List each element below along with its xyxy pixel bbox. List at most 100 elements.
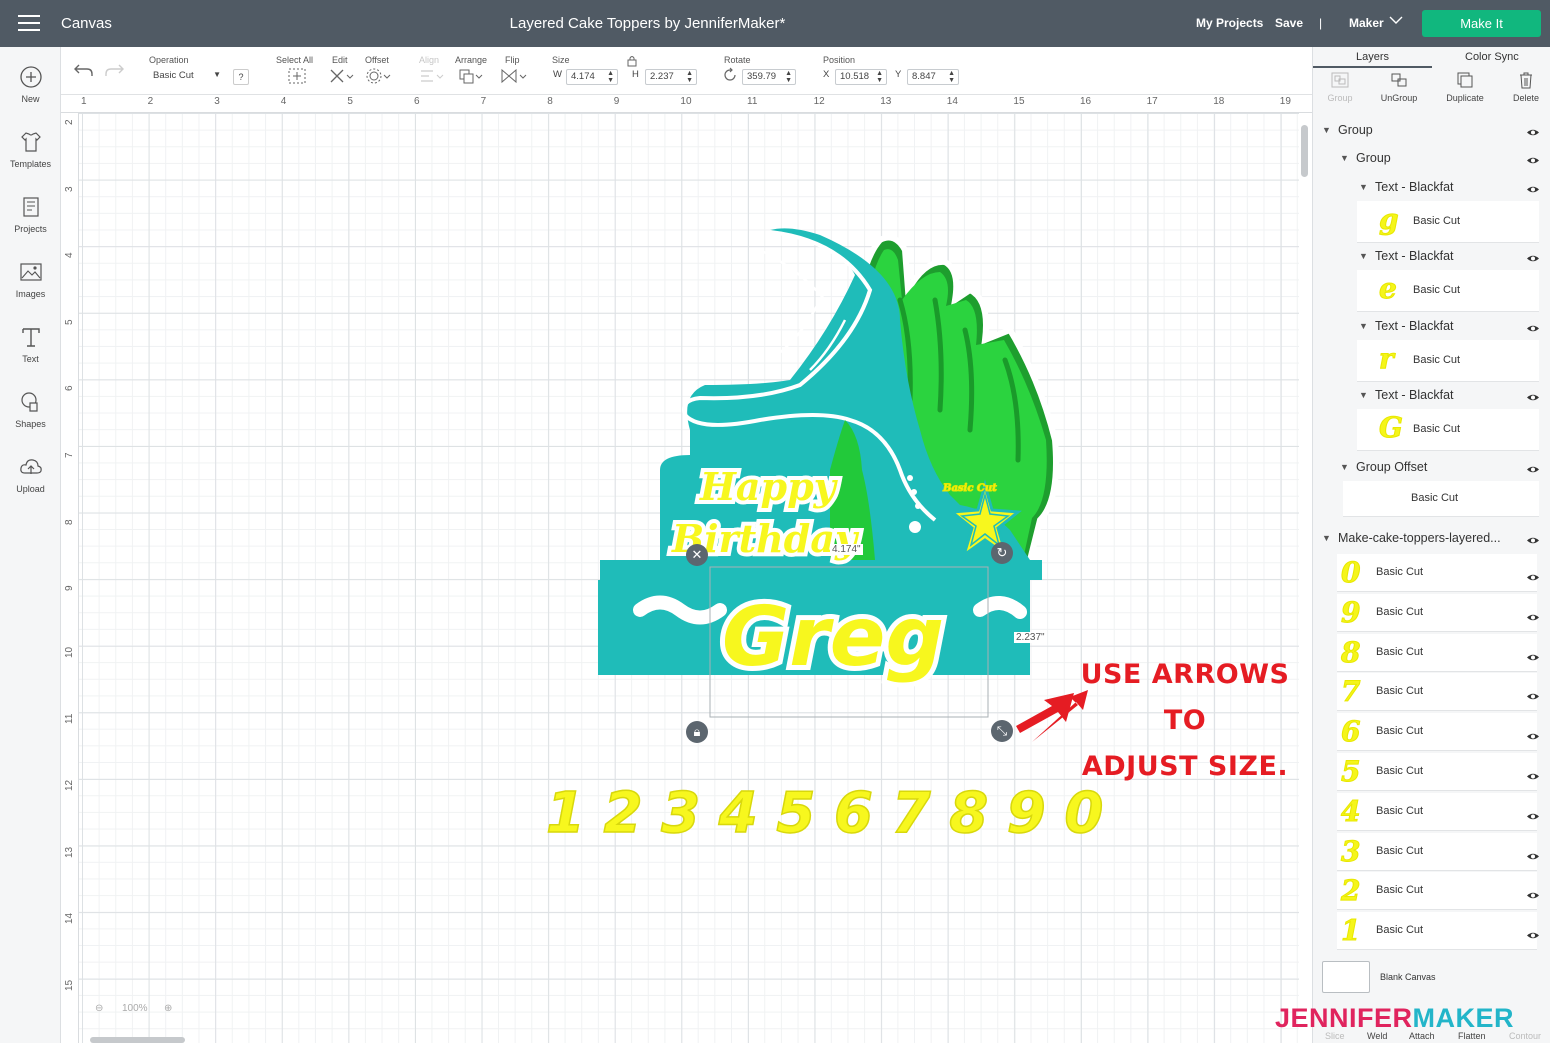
eye-icon[interactable] — [1526, 887, 1540, 899]
numeral-7[interactable]: 7 — [891, 780, 931, 847]
blank-canvas-swatch[interactable] — [1322, 961, 1370, 993]
layer-item[interactable]: 0 Basic Cut — [1337, 554, 1540, 592]
caret-down-icon[interactable]: ▼ — [1359, 251, 1368, 261]
layer-file-group[interactable]: ▼ Make-cake-toppers-layered... — [1313, 531, 1550, 553]
layer-item[interactable]: 6 Basic Cut — [1337, 713, 1540, 752]
caret-down-icon[interactable]: ▼ — [1340, 153, 1349, 163]
select-all-icon[interactable] — [287, 67, 307, 85]
ungroup-button[interactable]: UnGroup — [1369, 71, 1429, 103]
caret-down-icon[interactable]: ▼ — [1359, 390, 1368, 400]
layer-item[interactable]: r Basic Cut — [1357, 340, 1539, 382]
horizontal-scrollbar[interactable] — [90, 1037, 185, 1043]
save-button[interactable]: Save — [1275, 16, 1303, 30]
machine-select[interactable]: Maker — [1349, 16, 1384, 30]
stepper-icon[interactable]: ▲ ▼ — [876, 70, 883, 84]
layer-item[interactable]: 5 Basic Cut — [1337, 753, 1540, 791]
rotate-handle[interactable]: ↻ — [991, 542, 1013, 564]
zoom-out-button[interactable]: ⊖ — [95, 1003, 103, 1014]
duplicate-button[interactable]: Duplicate — [1435, 71, 1495, 103]
rail-images[interactable]: Images — [0, 259, 61, 299]
layer-item[interactable]: Basic Cut Basic Cut — [943, 481, 1539, 517]
caret-down-icon[interactable]: ▼ — [1359, 182, 1368, 192]
layer-item[interactable]: 2 Basic Cut — [1337, 872, 1540, 911]
flip-icon[interactable] — [499, 67, 527, 85]
numeral-6[interactable]: 6 — [833, 780, 873, 847]
help-button[interactable]: ? — [233, 69, 249, 85]
eye-icon[interactable] — [1526, 154, 1540, 164]
layer-group-offset[interactable]: ▼ Group Offset — [1313, 460, 1550, 482]
layer-item[interactable]: e Basic Cut — [1357, 270, 1539, 312]
eye-icon[interactable] — [1526, 688, 1540, 700]
caret-down-icon[interactable]: ▼ — [1359, 321, 1368, 331]
redo-icon[interactable] — [103, 62, 125, 78]
numeral-1[interactable]: 1 — [545, 780, 585, 847]
eye-icon[interactable] — [1526, 848, 1540, 859]
numeral-3[interactable]: 3 — [660, 780, 700, 847]
rail-templates[interactable]: Templates — [0, 129, 61, 169]
y-input[interactable]: 8.847 ▲ ▼ — [907, 69, 959, 85]
numeral-2[interactable]: 2 — [603, 780, 643, 847]
edit-icon[interactable] — [328, 67, 354, 85]
eye-icon[interactable] — [1526, 534, 1540, 544]
height-input[interactable]: 2.237 ▲ ▼ — [645, 69, 697, 85]
layer-text-group[interactable]: ▼ Text - Blackfat — [1313, 388, 1550, 410]
stepper-icon[interactable]: ▲ ▼ — [607, 70, 614, 84]
eye-icon[interactable] — [1526, 183, 1540, 193]
layer-item[interactable]: 3 Basic Cut — [1337, 832, 1540, 871]
layer-item[interactable]: g Basic Cut — [1357, 201, 1539, 243]
eye-icon[interactable] — [1526, 649, 1540, 660]
numeral-8[interactable]: 8 — [948, 780, 988, 847]
vertical-scrollbar[interactable] — [1301, 125, 1308, 177]
my-projects-link[interactable]: My Projects — [1196, 16, 1263, 30]
delete-handle[interactable]: ✕ — [686, 544, 708, 566]
layer-item[interactable]: 8 Basic Cut — [1337, 633, 1540, 672]
stepper-icon[interactable]: ▲ ▼ — [686, 70, 693, 84]
stepper-icon[interactable]: ▲ ▼ — [785, 70, 792, 84]
layer-item[interactable]: 4 Basic Cut — [1337, 792, 1540, 831]
eye-icon[interactable] — [1526, 609, 1540, 621]
x-input[interactable]: 10.518 ▲ ▼ — [835, 69, 887, 85]
numeral-9[interactable]: 9 — [1006, 780, 1046, 847]
layer-item[interactable]: G Basic Cut — [1357, 409, 1539, 451]
zoom-in-button[interactable]: ⊕ — [164, 1003, 172, 1014]
rail-upload[interactable]: Upload — [0, 454, 61, 494]
layer-item[interactable]: 9 Basic Cut — [1337, 593, 1540, 632]
rail-new[interactable]: New — [0, 64, 61, 104]
rail-shapes[interactable]: Shapes — [0, 389, 61, 429]
layer-item[interactable]: 7 Basic Cut — [1337, 673, 1540, 712]
caret-down-icon[interactable]: ▼ — [1340, 462, 1349, 472]
design-canvas[interactable] — [79, 113, 1299, 1043]
lock-handle[interactable]: 🔒︎ — [686, 721, 708, 743]
rotate-input[interactable]: 359.79 ▲ ▼ — [742, 69, 796, 85]
tab-layers[interactable]: Layers — [1356, 51, 1389, 63]
caret-down-icon[interactable]: ▼ — [1322, 125, 1331, 135]
eye-icon[interactable] — [1526, 322, 1540, 332]
eye-icon[interactable] — [1526, 569, 1540, 581]
numeral-5[interactable]: 5 — [776, 780, 816, 847]
layer-text-group[interactable]: ▼ Text - Blackfat — [1313, 180, 1550, 202]
rail-text[interactable]: Text — [0, 324, 61, 364]
eye-icon[interactable] — [1526, 391, 1540, 401]
layer-text-group[interactable]: ▼ Text - Blackfat — [1313, 249, 1550, 271]
eye-icon[interactable] — [1526, 808, 1540, 820]
numeral-0[interactable]: 0 — [1064, 780, 1104, 847]
caret-down-icon[interactable]: ▼ — [1322, 533, 1331, 543]
lock-icon[interactable] — [627, 55, 637, 67]
eye-icon[interactable] — [1526, 728, 1540, 740]
make-it-button[interactable]: Make It — [1422, 10, 1541, 37]
arrange-icon[interactable] — [457, 67, 483, 85]
undo-icon[interactable] — [73, 62, 95, 78]
eye-icon[interactable] — [1526, 463, 1540, 473]
delete-button[interactable]: Delete — [1496, 71, 1550, 103]
operation-select[interactable]: Basic Cut ▼ — [149, 69, 225, 85]
rail-projects[interactable]: Projects — [0, 194, 61, 234]
layer-text-group[interactable]: ▼ Text - Blackfat — [1313, 319, 1550, 341]
layer-group[interactable]: ▼ Group — [1313, 123, 1550, 145]
width-input[interactable]: 4.174 ▲ ▼ — [566, 69, 618, 85]
eye-icon[interactable] — [1526, 126, 1540, 136]
eye-icon[interactable] — [1526, 927, 1540, 939]
tab-color-sync[interactable]: Color Sync — [1465, 51, 1519, 63]
resize-handle[interactable]: ⤡ — [991, 720, 1013, 742]
layer-group[interactable]: ▼ Group — [1313, 151, 1550, 173]
eye-icon[interactable] — [1526, 768, 1540, 780]
